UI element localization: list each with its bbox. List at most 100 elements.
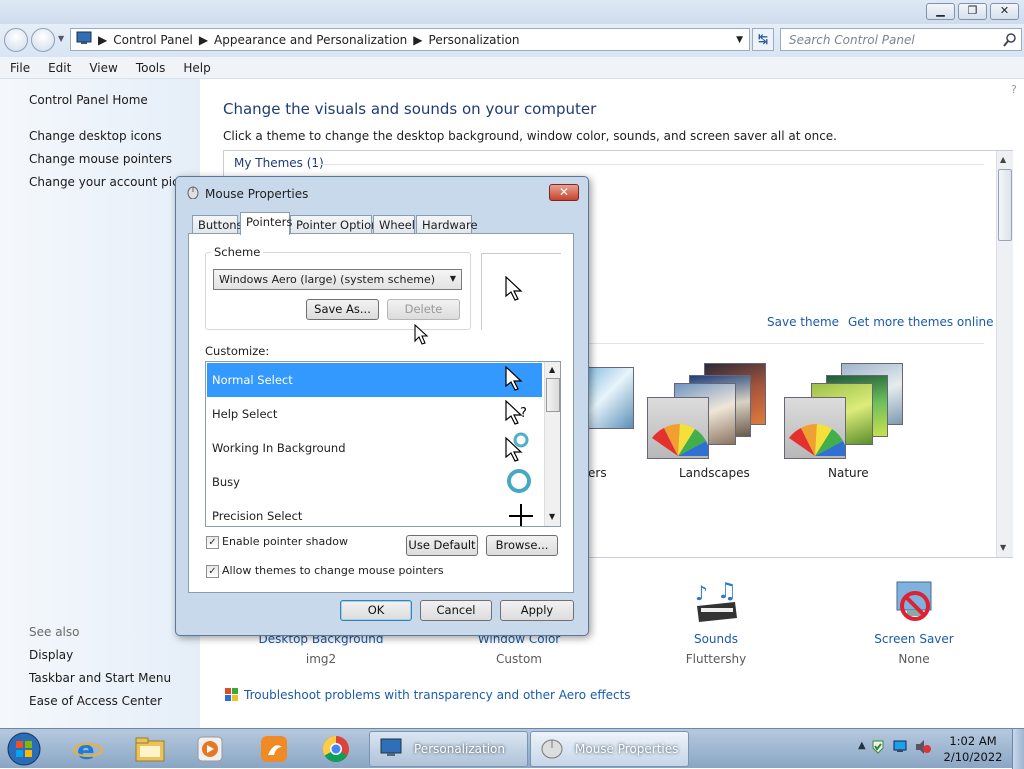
screen-saver-item[interactable]: Screen Saver None: [844, 580, 984, 666]
screen-saver-link[interactable]: Screen Saver: [844, 632, 984, 646]
tab-pointers[interactable]: Pointers: [240, 212, 292, 235]
save-theme-link[interactable]: Save theme: [767, 315, 839, 329]
forward-button[interactable]: [31, 28, 55, 52]
dialog-close-button[interactable]: ✕: [549, 184, 579, 201]
color-fan-icon: [784, 397, 847, 459]
taskbar-window-mouse-properties[interactable]: Mouse Properties: [530, 731, 689, 767]
list-item[interactable]: Normal Select: [207, 363, 542, 397]
breadcrumb-separator-icon: ▶: [198, 32, 209, 47]
sidebar-link-mouse-pointers[interactable]: Change mouse pointers: [29, 152, 172, 166]
save-as-button[interactable]: Save As...: [306, 299, 379, 320]
show-desktop-button[interactable]: [1012, 729, 1024, 769]
svg-text:?: ?: [520, 406, 527, 421]
allow-themes-label: Allow themes to change mouse pointers: [222, 564, 444, 577]
scroll-down-icon[interactable]: ▼: [549, 512, 555, 521]
scroll-down-icon[interactable]: ▼: [1000, 543, 1006, 552]
list-scrollbar[interactable]: ▲ ▼: [544, 362, 560, 526]
color-fan-icon: [647, 397, 710, 459]
uc-browser-icon[interactable]: [254, 732, 294, 766]
cancel-button[interactable]: Cancel: [420, 600, 492, 621]
tab-wheel[interactable]: Wheel: [373, 215, 415, 234]
sidebar-link-desktop-icons[interactable]: Change desktop icons: [29, 129, 162, 143]
sounds-value: Fluttershy: [685, 652, 747, 666]
menu-bar: File Edit View Tools Help: [0, 57, 1024, 79]
clock-date[interactable]: 2/10/2022: [940, 750, 1006, 764]
scheme-select[interactable]: Windows Aero (large) (system scheme) ▼: [213, 269, 462, 290]
sounds-item[interactable]: ♪ ♫ Sounds Fluttershy: [646, 579, 786, 666]
menu-view[interactable]: View: [80, 61, 126, 75]
ok-button[interactable]: OK: [340, 600, 412, 621]
theme-scrollbar[interactable]: ▲ ▼: [996, 151, 1013, 557]
scroll-thumb[interactable]: [998, 169, 1012, 241]
address-bar[interactable]: ▶ Control Panel ▶ Appearance and Persona…: [70, 28, 750, 51]
use-default-button[interactable]: Use Default: [406, 535, 478, 556]
window-color-value: Custom: [496, 652, 542, 666]
enable-shadow-checkbox[interactable]: ✓: [206, 536, 219, 549]
scroll-thumb[interactable]: [546, 378, 560, 412]
troubleshoot-link[interactable]: Troubleshoot problems with transparency …: [244, 688, 631, 702]
list-item[interactable]: Working In Background: [207, 431, 542, 465]
show-hidden-icons[interactable]: ▲: [858, 740, 866, 751]
taskbar-window-personalization[interactable]: Personalization: [369, 731, 528, 767]
theme-label[interactable]: Nature: [828, 466, 869, 480]
maximize-button[interactable]: ❐: [958, 3, 987, 20]
internet-explorer-icon[interactable]: e: [68, 732, 108, 766]
see-also-ease-of-access[interactable]: Ease of Access Center: [29, 694, 162, 708]
see-also-display[interactable]: Display: [29, 648, 73, 662]
tab-buttons[interactable]: Buttons: [192, 215, 243, 234]
refresh-icon[interactable]: ↹: [752, 28, 774, 51]
menu-edit[interactable]: Edit: [39, 61, 80, 75]
scroll-up-icon[interactable]: ▲: [549, 365, 555, 374]
theme-nature[interactable]: [781, 363, 911, 463]
sounds-link[interactable]: Sounds: [646, 632, 786, 646]
address-dropdown-icon[interactable]: ▼: [736, 35, 743, 45]
svg-text:♪: ♪: [695, 581, 708, 605]
network-icon[interactable]: [892, 739, 908, 758]
close-window-button[interactable]: ✕: [990, 3, 1019, 20]
help-icon[interactable]: ?: [1011, 83, 1017, 96]
theme-label[interactable]: Landscapes: [679, 466, 750, 480]
search-input[interactable]: Search Control Panel: [780, 28, 1022, 51]
pointer-list[interactable]: Normal Select Help Select Working In Bac…: [205, 361, 561, 527]
sidebar-link-account-picture[interactable]: Change your account pictu: [29, 175, 191, 189]
sidebar-home-link[interactable]: Control Panel Home: [29, 93, 148, 107]
breadcrumb-separator-icon: ▶: [413, 32, 423, 47]
dialog-title: Mouse Properties: [205, 187, 309, 201]
delete-button[interactable]: Delete: [387, 299, 460, 320]
breadcrumb-item[interactable]: Personalization: [429, 33, 520, 47]
see-also-heading: See also: [29, 625, 80, 639]
browse-button[interactable]: Browse...: [486, 535, 558, 556]
minimize-button[interactable]: ▁: [926, 3, 955, 20]
start-button[interactable]: [4, 732, 44, 766]
chrome-icon[interactable]: [316, 732, 356, 766]
theme-landscapes[interactable]: [644, 363, 774, 463]
volume-icon[interactable]: [914, 739, 932, 758]
tab-pointer-options[interactable]: Pointer Options: [290, 215, 384, 234]
menu-file[interactable]: File: [0, 61, 39, 75]
action-center-icon[interactable]: [870, 739, 886, 758]
mouse-properties-dialog: Mouse Properties ✕ Buttons Pointers Poin…: [175, 176, 589, 636]
see-also-taskbar[interactable]: Taskbar and Start Menu: [29, 671, 171, 685]
get-more-themes-link[interactable]: Get more themes online: [848, 315, 994, 329]
menu-tools[interactable]: Tools: [127, 61, 175, 75]
theme-label[interactable]: ers: [588, 466, 607, 480]
list-item[interactable]: Precision Select: [207, 499, 542, 526]
tab-hardware[interactable]: Hardware: [416, 215, 478, 234]
scroll-up-icon[interactable]: ▲: [1000, 155, 1006, 164]
apply-button[interactable]: Apply: [500, 600, 574, 621]
pointer-preview: [481, 253, 561, 330]
file-explorer-icon[interactable]: [130, 732, 170, 766]
list-item[interactable]: Busy: [207, 465, 542, 499]
mouse-icon: [539, 737, 565, 762]
breadcrumb-item[interactable]: Control Panel: [113, 33, 193, 47]
back-button[interactable]: [4, 28, 28, 52]
history-dropdown-icon[interactable]: ▼: [58, 34, 64, 43]
menu-help[interactable]: Help: [174, 61, 219, 75]
breadcrumb-item[interactable]: Appearance and Personalization: [214, 33, 407, 47]
pointers-panel: Scheme Windows Aero (large) (system sche…: [188, 233, 574, 593]
search-icon[interactable]: [1003, 33, 1017, 50]
list-item[interactable]: Help Select: [207, 397, 542, 431]
clock-time[interactable]: 1:02 AM: [940, 734, 1006, 748]
allow-themes-checkbox[interactable]: ✓: [206, 565, 219, 578]
media-player-icon[interactable]: [190, 732, 230, 766]
